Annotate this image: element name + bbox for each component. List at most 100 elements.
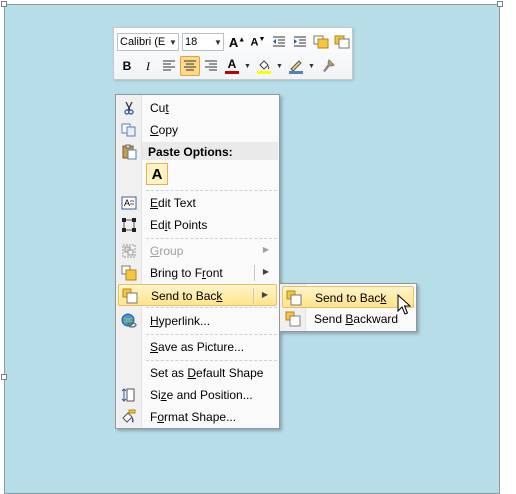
align-left-icon (163, 60, 175, 71)
menu-item-hyperlink[interactable]: Hyperlink... (118, 310, 277, 332)
line-color-button[interactable] (286, 56, 306, 76)
split-divider (253, 288, 254, 304)
fill-color-button[interactable] (254, 56, 274, 76)
font-color-button[interactable]: A (222, 56, 242, 76)
submenu-label-send-backward: Send Backward (314, 312, 399, 326)
format-painter-icon (323, 59, 335, 72)
center-button[interactable] (180, 56, 200, 76)
submenu-arrow-icon[interactable]: ▶ (263, 267, 269, 276)
pencil-icon (290, 59, 302, 71)
menu-item-group[interactable]: Group ▶ (118, 240, 277, 262)
resize-handle-top-right[interactable] (497, 1, 503, 7)
font-name-combo[interactable]: Calibri (E ▼ (117, 33, 179, 51)
menu-label-cut: Cut (150, 101, 169, 115)
menu-label-edit-points: Edit Points (150, 218, 208, 232)
size-position-icon (121, 387, 137, 403)
font-size-value: 18 (185, 36, 198, 48)
decrease-indent-icon (273, 36, 285, 47)
send-backward-icon (285, 311, 301, 327)
submenu-arrow-icon[interactable]: ▶ (262, 290, 268, 299)
menu-label-group: Group (150, 244, 184, 258)
format-painter-button[interactable] (318, 56, 338, 76)
chevron-down-icon[interactable]: ▼ (243, 63, 252, 70)
svg-text:A: A (124, 198, 130, 208)
line-color-bar (289, 70, 303, 74)
chevron-down-icon[interactable]: ▼ (213, 38, 223, 47)
context-menu: Cut Copy Paste Options: A A Edit Text Ed… (115, 94, 280, 429)
align-center-icon (184, 60, 196, 71)
bring-to-front-icon (121, 265, 137, 281)
italic-icon: I (146, 58, 150, 73)
menu-item-edit-text[interactable]: A Edit Text (118, 192, 277, 214)
paste-keep-text-only-button[interactable]: A (146, 163, 168, 185)
font-name-value: Calibri (E (120, 36, 166, 48)
menu-label-send-to-back: Send to Back (151, 289, 223, 303)
submenu-label-send-to-back: Send to Back (315, 291, 387, 305)
send-to-back-icon (122, 288, 138, 304)
menu-label-set-default-shape: Set as Default Shape (150, 366, 264, 380)
group-icon (121, 243, 137, 259)
decrease-indent-button[interactable] (269, 32, 289, 52)
font-color-bar (225, 71, 239, 74)
grow-font-button[interactable]: A▲ (227, 32, 247, 52)
menu-label-hyperlink: Hyperlink... (150, 314, 211, 328)
bold-icon: B (122, 59, 132, 73)
send-backward-button[interactable] (332, 32, 352, 52)
bring-forward-button[interactable] (311, 32, 331, 52)
bring-forward-icon (313, 35, 329, 49)
hyperlink-globe-icon (121, 313, 137, 329)
menu-item-copy[interactable]: Copy (118, 119, 277, 141)
menu-label-save-as-picture: Save as Picture... (150, 340, 245, 354)
menu-item-cut[interactable]: Cut (118, 97, 277, 119)
shrink-font-button[interactable]: A▼ (248, 32, 268, 52)
chevron-down-icon[interactable]: ▼ (307, 63, 316, 70)
menu-separator (146, 307, 277, 308)
menu-label-format-shape: Format Shape... (150, 410, 237, 424)
menu-label-copy: Copy (150, 123, 179, 137)
resize-handle-top-left[interactable] (1, 1, 7, 7)
shrink-font-icon: A▼ (250, 35, 266, 49)
edit-points-icon (121, 217, 137, 233)
align-left-button[interactable] (159, 56, 179, 76)
paint-bucket-icon (259, 59, 270, 70)
keep-text-only-icon: A (151, 165, 163, 183)
resize-handle-middle-left[interactable] (1, 374, 7, 380)
send-backward-icon (334, 35, 350, 49)
italic-button[interactable]: I (138, 56, 158, 76)
menu-separator (146, 190, 277, 191)
menu-item-set-default-shape[interactable]: Set as Default Shape (118, 362, 277, 384)
menu-item-edit-points[interactable]: Edit Points (118, 214, 277, 236)
align-right-button[interactable] (201, 56, 221, 76)
submenu-arrow-icon: ▶ (262, 245, 269, 254)
menu-label-bring-to-front: Bring to Front (150, 266, 223, 280)
chevron-down-icon[interactable]: ▼ (168, 38, 178, 47)
menu-label-size-and-position: Size and Position... (150, 388, 253, 402)
edit-text-icon: A (121, 195, 137, 211)
format-shape-icon (121, 409, 137, 425)
split-divider (254, 265, 255, 281)
menu-item-send-to-back[interactable]: Send to Back ▶ (118, 284, 277, 306)
scissors-icon (121, 100, 137, 116)
mouse-cursor-icon (397, 294, 411, 315)
menu-separator (146, 334, 277, 335)
menu-separator (146, 360, 277, 361)
font-color-icon: A (227, 57, 237, 71)
submenu-item-send-backward[interactable]: Send Backward (282, 308, 414, 330)
align-right-icon (205, 60, 217, 71)
send-to-back-icon (286, 290, 302, 306)
bold-button[interactable]: B (117, 56, 137, 76)
fill-color-bar (257, 70, 271, 74)
chevron-down-icon[interactable]: ▼ (275, 63, 284, 70)
submenu-item-send-to-back[interactable]: Send to Back (282, 286, 414, 308)
grow-font-icon: A▲ (228, 34, 246, 50)
menu-item-format-shape[interactable]: Format Shape... (118, 406, 277, 428)
menu-item-save-as-picture[interactable]: Save as Picture... (118, 336, 277, 358)
clipboard-icon (121, 144, 137, 163)
increase-indent-button[interactable] (290, 32, 310, 52)
menu-separator (146, 238, 277, 239)
paste-options-header: Paste Options: (142, 142, 278, 160)
menu-item-size-and-position[interactable]: Size and Position... (118, 384, 277, 406)
menu-item-bring-to-front[interactable]: Bring to Front ▶ (118, 262, 277, 284)
font-size-combo[interactable]: 18 ▼ (182, 33, 224, 51)
copy-icon (121, 122, 137, 138)
